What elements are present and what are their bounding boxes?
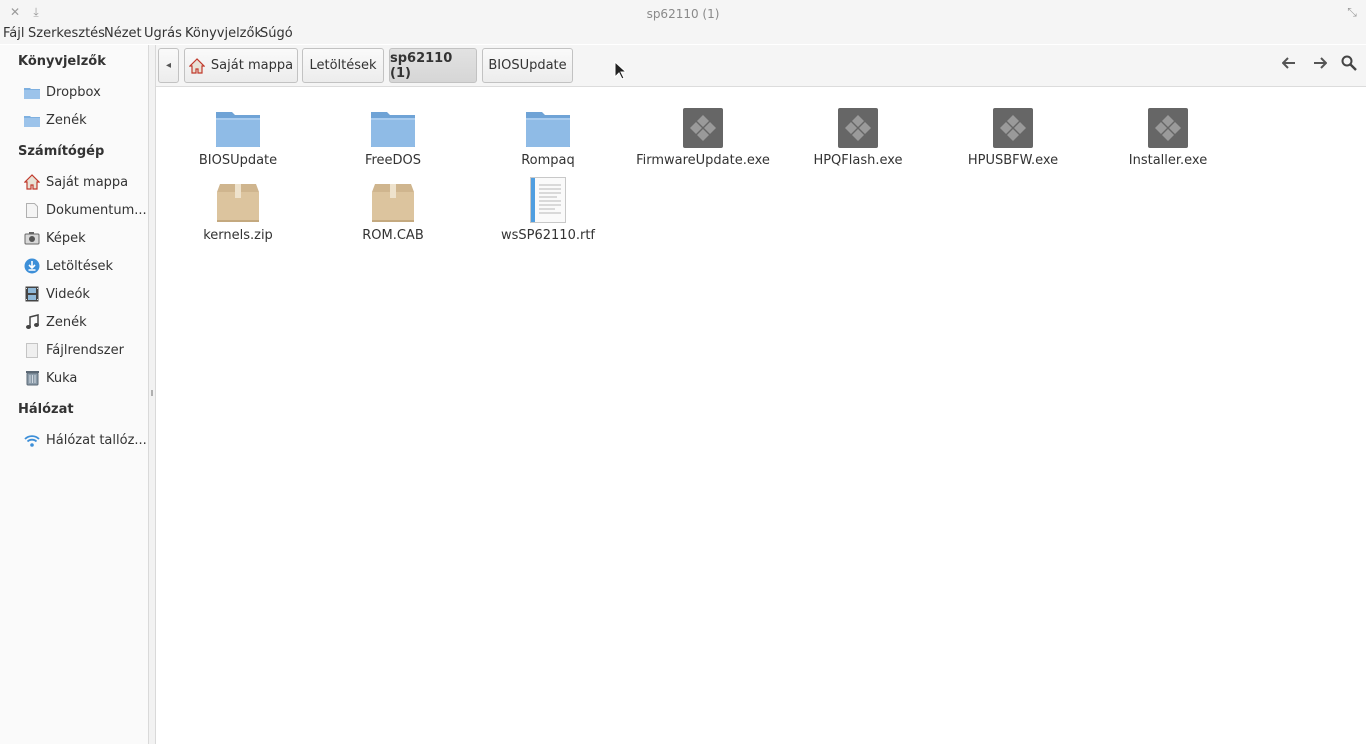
file-item[interactable]: FreeDOS (318, 98, 468, 168)
sidebar-item-filesystem[interactable]: Fájlrendszer (24, 339, 146, 361)
sidebar-heading-computer: Számítógép (18, 144, 105, 159)
sidebar-item-trash[interactable]: Kuka (24, 367, 146, 389)
file-name: kernels.zip (203, 228, 273, 243)
folder-icon (24, 112, 40, 128)
executable-icon (938, 98, 1088, 148)
sidebar-item-music[interactable]: Zenék (24, 311, 146, 333)
file-name: HPUSBFW.exe (967, 153, 1059, 168)
window-title: sp62110 (1) (646, 7, 720, 21)
sidebar-item-home[interactable]: Saját mappa (24, 171, 146, 193)
mouse-cursor-icon (614, 60, 628, 84)
breadcrumb-current[interactable]: sp62110 (1) (389, 48, 477, 83)
sidebar-item-label: Dokumentum... (46, 202, 146, 218)
sidebar-item-label: Dropbox (46, 84, 101, 100)
executable-icon (628, 98, 778, 148)
folder-icon (24, 84, 40, 100)
sidebar-item-dropbox[interactable]: Dropbox (24, 81, 146, 103)
sidebar-item-label: Saját mappa (46, 174, 129, 190)
executable-icon (783, 98, 933, 148)
file-name: HPQFlash.exe (813, 153, 903, 168)
divider-grip[interactable] (151, 390, 153, 396)
file-name: Rompaq (521, 153, 575, 168)
file-item[interactable]: HPUSBFW.exe (938, 98, 1088, 168)
forward-icon[interactable] (1310, 55, 1330, 75)
restore-icon[interactable]: ⤡ (1345, 5, 1359, 19)
search-icon[interactable] (1339, 55, 1359, 75)
film-icon (24, 286, 40, 302)
camera-icon (24, 230, 40, 246)
archive-icon (318, 173, 468, 223)
sidebar-item-videos[interactable]: Videók (24, 283, 146, 305)
breadcrumb-downloads[interactable]: Letöltések (302, 48, 384, 83)
menu-edit[interactable]: Szerkesztés (28, 26, 105, 41)
file-item[interactable]: Rompaq (473, 98, 623, 168)
wifi-icon (24, 432, 40, 448)
menu-bar: Fájl Szerkesztés Nézet Ugrás Könyvjelzők… (0, 24, 1366, 44)
sidebar-item-label: Kuka (46, 370, 78, 386)
document-icon (24, 202, 40, 218)
breadcrumb-label: Saját mappa (210, 58, 294, 73)
music-note-icon (24, 314, 40, 330)
file-item[interactable]: kernels.zip (163, 173, 313, 243)
menu-help[interactable]: Súgó (260, 26, 293, 41)
download-icon (24, 258, 40, 274)
sidebar-item-label: Videók (46, 286, 90, 302)
toolbar: ◂ Saját mappa Letöltések sp62110 (1) BIO… (156, 45, 1366, 87)
breadcrumb-biosupdate[interactable]: BIOSUpdate (482, 48, 573, 83)
file-name: FirmwareUpdate.exe (636, 153, 770, 168)
breadcrumb-home[interactable]: Saját mappa (184, 48, 298, 83)
sidebar-item-music-bookmark[interactable]: Zenék (24, 109, 146, 131)
folder-icon (163, 98, 313, 148)
sidebar-item-documents[interactable]: Dokumentum... (24, 199, 146, 221)
executable-icon (1093, 98, 1243, 148)
sidebar-item-label: Fájlrendszer (46, 342, 124, 358)
drive-icon (24, 342, 40, 358)
file-view: BIOSUpdate FreeDOS Rompaq FirmwareUpdate… (156, 88, 1366, 744)
home-icon (188, 57, 205, 74)
file-name: Installer.exe (1128, 153, 1208, 168)
folder-icon (318, 98, 468, 148)
sidebar-item-network-browse[interactable]: Hálózat tallóz... (24, 429, 146, 451)
sidebar-item-label: Letöltések (46, 258, 114, 274)
sidebar-heading-network: Hálózat (18, 402, 74, 417)
file-name: wsSP62110.rtf (500, 228, 595, 243)
file-name: ROM.CAB (362, 228, 424, 243)
file-item[interactable]: ROM.CAB (318, 173, 468, 243)
menu-file[interactable]: Fájl (3, 26, 24, 41)
archive-icon (163, 173, 313, 223)
home-icon (24, 174, 40, 190)
breadcrumb-scroll-left-button[interactable]: ◂ (158, 48, 179, 83)
file-item[interactable]: HPQFlash.exe (783, 98, 933, 168)
title-bar: ✕ ⤓ sp62110 (1) ⤡ (0, 0, 1366, 27)
text-document-icon (473, 173, 623, 223)
file-item[interactable]: FirmwareUpdate.exe (628, 98, 778, 168)
sidebar-item-label: Hálózat tallóz... (46, 432, 146, 448)
sidebar-item-pictures[interactable]: Képek (24, 227, 146, 249)
folder-icon (473, 98, 623, 148)
sidebar-heading-bookmarks: Könyvjelzők (18, 54, 106, 69)
file-name: FreeDOS (364, 153, 422, 168)
menu-go[interactable]: Ugrás (144, 26, 182, 41)
sidebar-item-label: Zenék (46, 314, 87, 330)
file-item[interactable]: wsSP62110.rtf (473, 173, 623, 243)
back-icon[interactable] (1279, 55, 1299, 75)
file-item[interactable]: Installer.exe (1093, 98, 1243, 168)
file-name: BIOSUpdate (198, 153, 278, 168)
pane-divider[interactable] (148, 45, 156, 744)
sidebar-item-label: Zenék (46, 112, 87, 128)
trash-icon (24, 370, 40, 386)
sidebar: Könyvjelzők Dropbox Zenék Számítógép Saj… (0, 45, 149, 744)
file-item[interactable]: BIOSUpdate (163, 98, 313, 168)
menu-view[interactable]: Nézet (104, 26, 142, 41)
sidebar-item-downloads[interactable]: Letöltések (24, 255, 146, 277)
sidebar-item-label: Képek (46, 230, 86, 246)
menu-bookmarks[interactable]: Könyvjelzők (185, 26, 262, 41)
